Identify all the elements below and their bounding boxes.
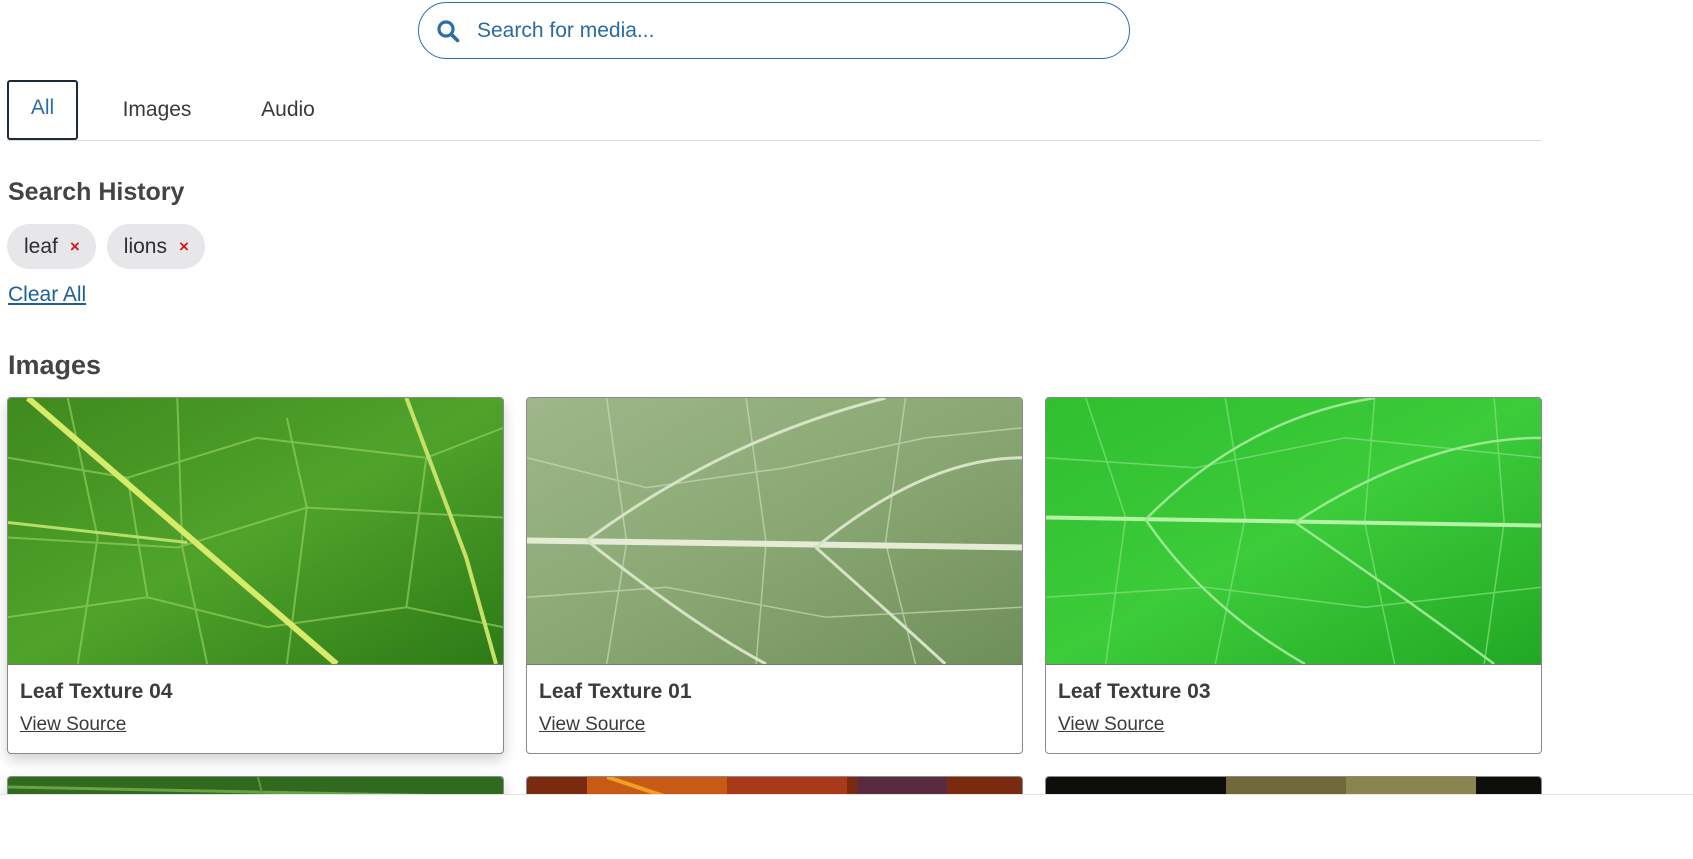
history-chip-leaf[interactable]: leaf × <box>7 224 96 269</box>
card-title: Leaf Texture 04 <box>20 680 173 703</box>
image-card[interactable]: Leaf Texture 01 View Source <box>526 397 1023 754</box>
clear-all-link[interactable]: Clear All <box>8 283 86 307</box>
history-chip-label: leaf <box>24 234 58 258</box>
view-source-link[interactable]: View Source <box>539 714 645 736</box>
search-history-chips: leaf × lions × <box>7 224 205 269</box>
images-section-title: Images <box>8 350 102 380</box>
leaf-texture-image[interactable] <box>8 398 503 665</box>
leaf-texture-image[interactable] <box>1046 398 1541 665</box>
tab-all[interactable]: All <box>7 80 78 140</box>
search-icon <box>435 18 461 44</box>
page-bottom-edge <box>0 794 1693 859</box>
image-card[interactable]: Leaf Texture 04 View Source <box>7 397 504 754</box>
tab-images[interactable]: Images <box>78 80 236 140</box>
remove-icon[interactable]: × <box>70 238 80 255</box>
history-chip-label: lions <box>123 234 167 258</box>
media-type-tabs: All Images Audio <box>7 80 1542 141</box>
card-title: Leaf Texture 03 <box>1058 680 1211 703</box>
search-history-title: Search History <box>8 178 185 206</box>
image-card[interactable]: Leaf Texture 03 View Source <box>1045 397 1542 754</box>
search-bar[interactable] <box>418 2 1130 59</box>
history-chip-lions[interactable]: lions × <box>106 224 205 269</box>
card-title: Leaf Texture 01 <box>539 680 692 703</box>
leaf-texture-image[interactable] <box>527 398 1022 665</box>
search-input[interactable] <box>475 17 1075 44</box>
view-source-link[interactable]: View Source <box>1058 714 1164 736</box>
remove-icon[interactable]: × <box>179 238 189 255</box>
media-search-page: All Images Audio Search History leaf × l… <box>0 0 1693 859</box>
tab-audio[interactable]: Audio <box>236 80 340 140</box>
view-source-link[interactable]: View Source <box>20 714 126 736</box>
